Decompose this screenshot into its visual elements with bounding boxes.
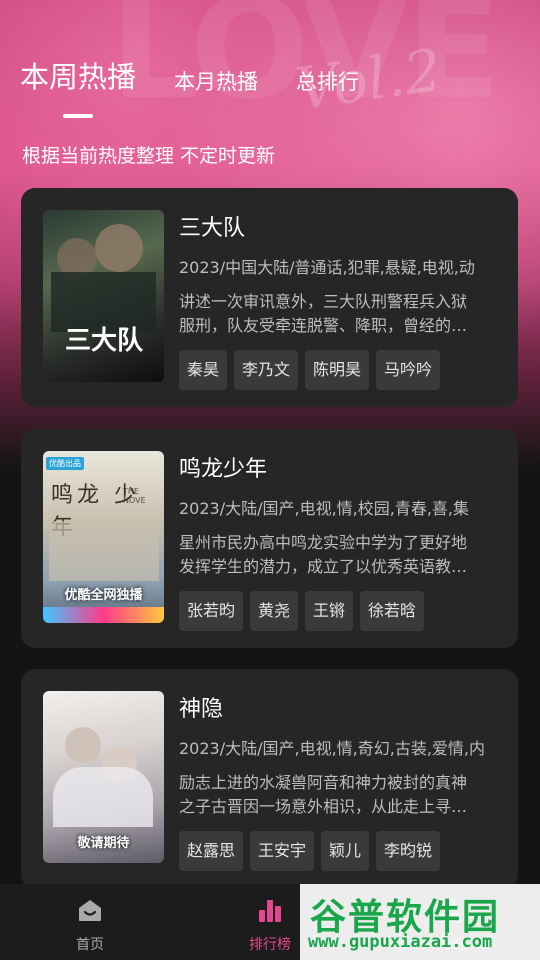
description-line: 服刑，队友受牵连脱警、降职，曾经的…	[179, 316, 468, 335]
cast-tag[interactable]: 马吟吟	[376, 350, 441, 390]
cast-tag[interactable]: 王锵	[305, 591, 354, 631]
ranking-subtitle: 根据当前热度整理 不定时更新	[22, 145, 276, 167]
drama-title: 鸣龙少年	[179, 457, 268, 482]
drama-description: 星州市民办高中鸣龙实验中学为了更好地 发挥学生的潜力，成立了以优秀英语教…	[179, 531, 491, 579]
tab-overall[interactable]: 总排行	[296, 66, 359, 96]
poster-caption: 敬请期待	[77, 836, 130, 851]
drama-card[interactable]: 优酷出品 THE NOVE 鸣龙 少年 优酷全网独播 鸣龙少年 2023/大陆/…	[21, 429, 518, 648]
drama-title: 神隐	[179, 697, 224, 722]
drama-description: 励志上进的水凝兽阿音和神力被封的真神 之子古晋因一场意外相识，从此走上寻…	[179, 771, 491, 819]
poster-brand-strip	[43, 607, 164, 623]
chart-bars-icon	[259, 900, 281, 922]
cast-tag[interactable]: 秦昊	[179, 350, 228, 390]
poster-figures	[49, 521, 159, 581]
drama-card[interactable]: 三大队 三大队 2023/中国大陆/普通话,犯罪,悬疑,电视,动 讲述一次审讯意…	[21, 188, 518, 407]
drama-description: 讲述一次审讯意外，三大队刑警程兵入狱 服刑，队友受牵连脱警、降职，曾经的…	[179, 290, 491, 338]
drama-meta: 2023/大陆/国产,电视,情,校园,青春,喜,集	[179, 499, 470, 518]
poster-figure	[65, 727, 101, 763]
home-icon	[79, 900, 101, 921]
poster-image[interactable]: 敬请期待	[43, 691, 164, 863]
cast-tag[interactable]: 李昀锐	[376, 831, 441, 871]
poster-image[interactable]: 三大队	[43, 210, 164, 382]
poster-figure	[95, 224, 143, 272]
drama-title: 三大队	[179, 216, 246, 241]
poster-caption: 优酷全网独播	[64, 588, 143, 603]
poster-figure	[53, 767, 153, 827]
ranking-tabs: 本周热播 本月热播 总排行	[20, 54, 397, 118]
drama-meta: 2023/中国大陆/普通话,犯罪,悬疑,电视,动	[179, 258, 475, 277]
description-line: 发挥学生的潜力，成立了以优秀英语教…	[179, 557, 468, 576]
drama-meta: 2023/大陆/国产,电视,情,奇幻,古装,爱情,内	[179, 739, 486, 758]
description-line: 之子古晋因一场意外相识，从此走上寻…	[179, 797, 468, 816]
poster-badge: 优酷出品	[46, 457, 84, 470]
description-line: 星州市民办高中鸣龙实验中学为了更好地	[179, 533, 468, 552]
cast-tag[interactable]: 黄尧	[250, 591, 299, 631]
site-watermark: 谷普软件园 www.gupuxiazai.com	[300, 884, 540, 960]
cast-tag[interactable]: 王安宇	[250, 831, 315, 871]
cast-tag[interactable]: 李乃文	[234, 350, 299, 390]
cast-tag[interactable]: 陈明昊	[305, 350, 370, 390]
tab-monthly[interactable]: 本月热播	[174, 66, 258, 96]
cast-tag[interactable]: 颖儿	[321, 831, 370, 871]
poster-image[interactable]: 优酷出品 THE NOVE 鸣龙 少年 优酷全网独播	[43, 451, 164, 623]
tab-weekly[interactable]: 本周热播	[20, 54, 136, 118]
description-line: 励志上进的水凝兽阿音和神力被封的真神	[179, 773, 468, 792]
watermark-url: www.gupuxiazai.com	[308, 932, 493, 952]
cast-tags: 秦昊 李乃文 陈明昊 马吟吟	[179, 350, 498, 390]
nav-label: 首页	[76, 937, 104, 953]
cast-tag[interactable]: 徐若晗	[360, 591, 425, 631]
cast-tag[interactable]: 赵露思	[179, 831, 244, 871]
nav-item-home[interactable]: 首页	[0, 884, 180, 960]
description-line: 讲述一次审讯意外，三大队刑警程兵入狱	[179, 292, 468, 311]
cast-tags: 张若昀 黄尧 王锵 徐若晗	[179, 591, 498, 631]
cast-tag[interactable]: 张若昀	[179, 591, 244, 631]
cast-tags: 赵露思 王安宇 颖儿 李昀锐	[179, 831, 498, 871]
poster-title-text: 三大队	[65, 326, 144, 356]
drama-card[interactable]: 敬请期待 神隐 2023/大陆/国产,电视,情,奇幻,古装,爱情,内 励志上进的…	[21, 669, 518, 888]
